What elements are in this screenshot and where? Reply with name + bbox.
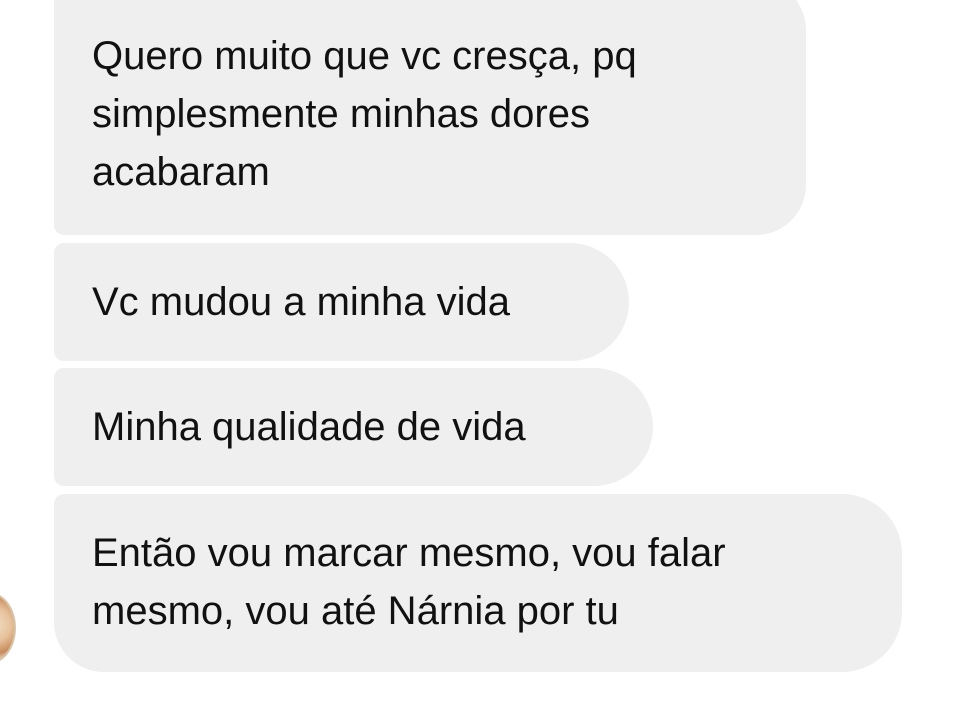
message-bubble[interactable]: Vc mudou a minha vida bbox=[54, 243, 629, 361]
message-bubble[interactable]: Minha qualidade de vida bbox=[54, 368, 653, 486]
message-text-line: Quero muito que vc cresça, pq bbox=[92, 34, 637, 78]
message-bubble[interactable]: Então vou marcar mesmo, vou falar mesmo,… bbox=[54, 494, 902, 672]
message-text-line: simplesmente minhas dores bbox=[92, 92, 590, 136]
message-text-line: Minha qualidade de vida bbox=[92, 405, 526, 449]
message-bubble[interactable]: Quero muito que vc cresça, pq simplesmen… bbox=[54, 0, 806, 235]
message-text-line: Então vou marcar mesmo, vou falar bbox=[92, 531, 726, 575]
message-thread: Quero muito que vc cresça, pq simplesmen… bbox=[0, 0, 975, 719]
message-text-line: mesmo, vou até Nárnia por tu bbox=[92, 589, 619, 633]
message-text-line: acabaram bbox=[92, 150, 270, 194]
avatar-icon[interactable] bbox=[0, 592, 16, 664]
message-text-line: Vc mudou a minha vida bbox=[92, 280, 511, 324]
